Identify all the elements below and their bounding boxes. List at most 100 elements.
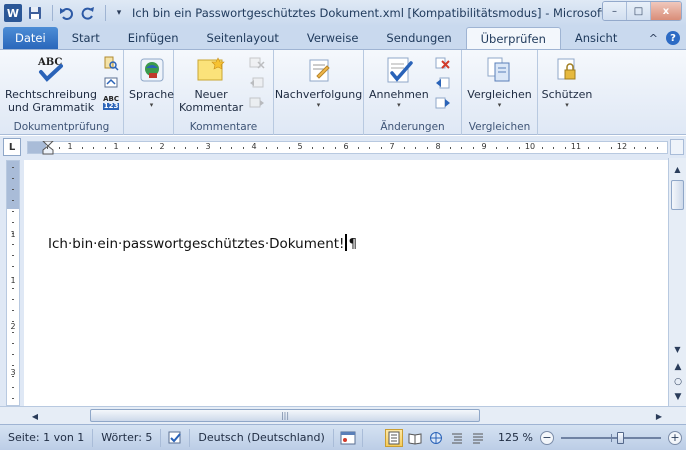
tab-ueberpruefen[interactable]: Überprüfen: [465, 27, 561, 49]
ruler-tick: [553, 147, 554, 149]
undo-icon[interactable]: [57, 4, 75, 22]
outline-icon: [452, 433, 463, 443]
scroll-down-icon[interactable]: ▼: [670, 342, 685, 357]
ruler-tick: [265, 147, 267, 149]
print-layout-icon: [388, 431, 400, 444]
scroll-right-icon[interactable]: ▶: [652, 409, 666, 423]
print-layout-view-button[interactable]: [385, 428, 404, 447]
draft-icon: [473, 433, 484, 443]
ruler-tick: [12, 222, 14, 223]
tab-einfuegen[interactable]: Einfügen: [114, 27, 193, 49]
ruler-tick: [12, 189, 14, 190]
maximize-button[interactable]: □: [627, 2, 651, 20]
next-change-icon[interactable]: [434, 94, 452, 111]
browse-object-icon[interactable]: ○: [671, 375, 685, 389]
save-icon[interactable]: [26, 4, 44, 22]
redo-icon[interactable]: [79, 4, 97, 22]
ruler-number: 12: [616, 142, 628, 151]
tab-ansicht[interactable]: Ansicht: [561, 27, 631, 49]
word-count-icon[interactable]: ABC 123: [102, 94, 120, 111]
next-page-icon[interactable]: ▼: [671, 390, 685, 404]
zoom-out-button[interactable]: −: [540, 430, 554, 445]
dropdown-caret-icon: ▾: [565, 101, 569, 109]
document-text: Ich·bin·ein·passwortgeschütztes·Dokument…: [48, 236, 345, 252]
word-count[interactable]: Wörter: 5: [93, 428, 162, 447]
tab-verweise[interactable]: Verweise: [293, 27, 373, 49]
vertical-scrollbar[interactable]: ▲ ▼ ▲ ○ ▼: [668, 158, 686, 406]
ruler-tick: [12, 288, 14, 289]
zoom-level[interactable]: 125 %: [498, 431, 533, 444]
horizontal-ruler[interactable]: 1 1 2 3 4 5 6 7 8 9 10 11 12: [27, 141, 668, 155]
scroll-left-icon[interactable]: ◀: [28, 409, 42, 423]
view-ruler-button[interactable]: [670, 139, 684, 155]
document-page[interactable]: Ich·bin·ein·passwortgeschütztes·Dokument…: [24, 160, 668, 406]
zoom-slider[interactable]: [561, 431, 661, 445]
research-icon[interactable]: [102, 54, 120, 71]
window-controls: – □ x: [602, 1, 682, 21]
ruler-bar: L 1 1 2 3 4 5 6 7 8 9 10 11 12: [0, 136, 686, 158]
horizontal-scroll-thumb[interactable]: |||: [90, 409, 480, 422]
vertical-ruler[interactable]: 1123: [6, 160, 20, 406]
outline-view-button[interactable]: [448, 429, 466, 447]
reject-icon[interactable]: [434, 54, 452, 71]
vertical-scroll-thumb[interactable]: [671, 180, 684, 210]
ruler-tick: [12, 354, 14, 355]
delete-comment-icon[interactable]: [248, 54, 266, 71]
draft-view-button[interactable]: [469, 429, 487, 447]
tab-sendungen[interactable]: Sendungen: [372, 27, 465, 49]
language-icon: [136, 54, 168, 86]
proofing-status[interactable]: [161, 428, 191, 447]
horizontal-scrollbar[interactable]: ◀ ||| ▶: [0, 406, 686, 424]
tab-datei[interactable]: Datei: [3, 27, 58, 49]
zoom-slider-thumb[interactable]: [617, 431, 624, 444]
accept-label: Annehmen: [369, 88, 429, 101]
ruler-tick: [150, 147, 152, 149]
reading-view-icon: [408, 432, 422, 445]
document-paragraph[interactable]: Ich·bin·ein·passwortgeschütztes·Dokument…: [48, 234, 357, 252]
indent-marker-icon[interactable]: [42, 141, 54, 155]
help-icon[interactable]: ?: [666, 31, 680, 45]
new-comment-icon: [195, 54, 227, 86]
track-changes-label: Nachverfolgung: [274, 88, 363, 101]
track-changes-button[interactable]: Nachverfolgung ▾: [272, 52, 365, 135]
customize-icon[interactable]: ▾: [110, 4, 128, 22]
tab-seitenlayout[interactable]: Seitenlayout: [193, 27, 293, 49]
scroll-up-icon[interactable]: ▲: [670, 162, 685, 177]
proofing-icon: [168, 431, 182, 443]
tab-start[interactable]: Start: [58, 27, 114, 49]
ruler-tick: [12, 332, 14, 333]
separator: [105, 5, 106, 21]
compare-icon: [483, 54, 515, 86]
group-schuetzen: Schützen ▾: [538, 50, 596, 135]
ruler-tick: [495, 147, 497, 149]
minimize-button[interactable]: –: [603, 2, 627, 20]
ruler-tick: [12, 398, 14, 399]
full-screen-reading-view-button[interactable]: [406, 429, 424, 447]
ruler-tick: [599, 147, 600, 149]
macro-status[interactable]: [334, 428, 363, 447]
close-button[interactable]: x: [651, 2, 681, 20]
page-count[interactable]: Seite: 1 von 1: [0, 428, 94, 447]
ruler-tick: [311, 147, 313, 149]
quick-access-toolbar: W ▾: [0, 0, 132, 26]
ruler-tick: [104, 147, 106, 149]
ruler-tick: [127, 147, 129, 149]
ruler-tick: [12, 255, 14, 256]
title-bar: W ▾ Ich bin ein Passwortgeschütztes Doku…: [0, 0, 686, 26]
previous-comment-icon[interactable]: [248, 74, 266, 91]
web-layout-icon: [430, 431, 443, 444]
ruler-tick: [196, 147, 198, 149]
zoom-in-button[interactable]: +: [668, 430, 682, 445]
language-button[interactable]: Sprache ▾: [126, 52, 177, 135]
thesaurus-icon[interactable]: [102, 74, 120, 91]
web-layout-view-button[interactable]: [427, 429, 445, 447]
previous-change-icon[interactable]: [434, 74, 452, 91]
next-comment-icon[interactable]: [248, 94, 266, 111]
ribbon-collapse-icon[interactable]: ^: [649, 32, 658, 45]
language-status[interactable]: Deutsch (Deutschland): [190, 428, 334, 447]
word-icon[interactable]: W: [4, 4, 22, 22]
tab-selector-button[interactable]: L: [3, 138, 21, 156]
group-dokumentpruefung: ABC Rechtschreibung und Grammatik ABC 12…: [0, 50, 124, 135]
protect-button[interactable]: Schützen ▾: [539, 52, 596, 135]
previous-page-icon[interactable]: ▲: [671, 360, 685, 374]
